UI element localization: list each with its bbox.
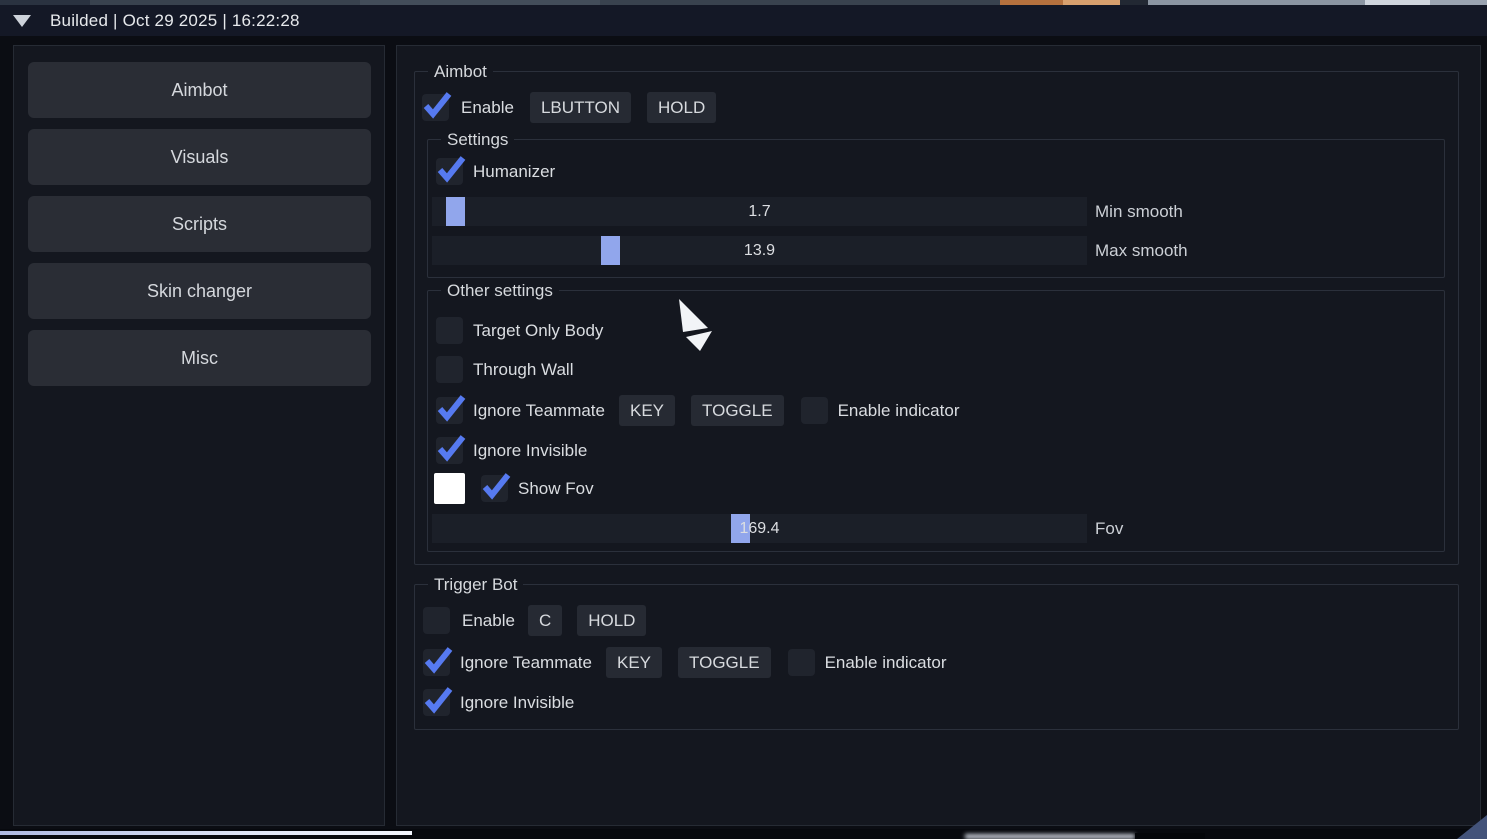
game-light-line (0, 831, 412, 835)
trigger-ignore-invisible-checkbox[interactable] (423, 689, 450, 716)
aimbot-ignore-teammate-key-button[interactable]: KEY (619, 395, 675, 426)
aimbot-ignore-invisible-checkbox[interactable] (436, 437, 463, 464)
trigger-enable-row: Enable C HOLD (423, 605, 1458, 636)
check-icon (435, 152, 467, 184)
trigger-enable-checkbox[interactable] (423, 607, 450, 634)
through-wall-row: Through Wall (436, 356, 1444, 383)
humanizer-checkbox[interactable] (436, 158, 463, 185)
trigger-ignore-invisible-row: Ignore Invisible (423, 689, 1458, 716)
min-smooth-slider[interactable]: 1.7 (432, 197, 1087, 226)
trigger-ignore-teammate-row: Ignore Teammate KEY TOGGLE Enable indica… (423, 647, 1458, 678)
game-blurred-text (965, 834, 1135, 839)
check-icon (435, 391, 467, 423)
max-smooth-value: 13.9 (432, 236, 1087, 265)
trigger-ignore-teammate-label: Ignore Teammate (460, 653, 592, 673)
sidebar-item-aimbot[interactable]: Aimbot (28, 62, 371, 118)
other-settings-group: Other settings Target Only Body Through … (427, 290, 1445, 552)
trigger-ignore-teammate-mode-button[interactable]: TOGGLE (678, 647, 771, 678)
fov-value: 169.4 (432, 514, 1087, 543)
sidebar-item-scripts[interactable]: Scripts (28, 196, 371, 252)
trigger-keybind-button[interactable]: C (528, 605, 562, 636)
window-title: Builded | Oct 29 2025 | 16:22:28 (50, 11, 300, 31)
check-icon (435, 431, 467, 463)
trigger-ignore-teammate-key-button[interactable]: KEY (606, 647, 662, 678)
check-icon (421, 88, 453, 120)
min-smooth-row: 1.7 Min smooth (432, 197, 1444, 226)
sidebar-item-misc[interactable]: Misc (28, 330, 371, 386)
aimbot-enable-indicator-checkbox[interactable] (801, 397, 828, 424)
target-only-body-label: Target Only Body (473, 321, 603, 341)
aimbot-ignore-teammate-mode-button[interactable]: TOGGLE (691, 395, 784, 426)
sidebar: Aimbot Visuals Scripts Skin changer Misc (13, 45, 385, 826)
target-only-body-checkbox[interactable] (436, 317, 463, 344)
trigger-ignore-invisible-label: Ignore Invisible (460, 693, 574, 713)
min-smooth-value: 1.7 (432, 197, 1087, 226)
aimbot-ignore-teammate-label: Ignore Teammate (473, 401, 605, 421)
sidebar-item-visuals[interactable]: Visuals (28, 129, 371, 185)
fov-row: 169.4 Fov (432, 514, 1444, 543)
aimbot-ignore-teammate-row: Ignore Teammate KEY TOGGLE Enable indica… (436, 395, 1444, 426)
collapse-triangle-icon[interactable] (13, 15, 31, 27)
settings-group-title: Settings (441, 130, 514, 149)
aimbot-enable-label: Enable (461, 98, 514, 118)
aimbot-ignore-invisible-row: Ignore Invisible (436, 437, 1444, 464)
fov-slider[interactable]: 169.4 (432, 514, 1087, 543)
min-smooth-label: Min smooth (1095, 202, 1183, 222)
aimbot-enable-checkbox[interactable] (422, 94, 449, 121)
fov-label: Fov (1095, 519, 1123, 539)
game-background-bottom (0, 829, 1487, 839)
through-wall-checkbox[interactable] (436, 356, 463, 383)
show-fov-row: Show Fov (434, 473, 1444, 504)
max-smooth-slider[interactable]: 13.9 (432, 236, 1087, 265)
main-panel: Aimbot Enable LBUTTON HOLD Settings Huma… (396, 45, 1481, 826)
titlebar: Builded | Oct 29 2025 | 16:22:28 (0, 5, 1487, 36)
aimbot-keybind-button[interactable]: LBUTTON (530, 92, 631, 123)
show-fov-checkbox[interactable] (481, 475, 508, 502)
check-icon (480, 469, 512, 501)
humanizer-label: Humanizer (473, 162, 555, 182)
check-icon (422, 683, 454, 715)
aimbot-ignore-teammate-checkbox[interactable] (436, 397, 463, 424)
trigger-enable-label: Enable (462, 611, 515, 631)
trigger-bot-group-title: Trigger Bot (428, 575, 523, 594)
other-settings-group-title: Other settings (441, 281, 559, 300)
target-only-body-row: Target Only Body (436, 317, 1444, 344)
aimbot-group-title: Aimbot (428, 62, 493, 81)
aimbot-keymode-button[interactable]: HOLD (647, 92, 716, 123)
sidebar-item-skin-changer[interactable]: Skin changer (28, 263, 371, 319)
game-dark-blob (1135, 833, 1205, 839)
show-fov-label: Show Fov (518, 479, 594, 499)
resize-grip-icon[interactable] (1455, 815, 1487, 839)
trigger-enable-indicator-label: Enable indicator (825, 653, 947, 673)
max-smooth-label: Max smooth (1095, 241, 1188, 261)
aimbot-enable-row: Enable LBUTTON HOLD (422, 92, 1458, 123)
trigger-enable-indicator-checkbox[interactable] (788, 649, 815, 676)
check-icon (422, 643, 454, 675)
aimbot-ignore-invisible-label: Ignore Invisible (473, 441, 587, 461)
through-wall-label: Through Wall (473, 360, 573, 380)
trigger-bot-group: Trigger Bot Enable C HOLD Ignore Teammat… (414, 584, 1459, 730)
trigger-keymode-button[interactable]: HOLD (577, 605, 646, 636)
max-smooth-row: 13.9 Max smooth (432, 236, 1444, 265)
trigger-ignore-teammate-checkbox[interactable] (423, 649, 450, 676)
settings-group: Settings Humanizer 1.7 Min smooth 13.9 (427, 139, 1445, 278)
aimbot-group: Aimbot Enable LBUTTON HOLD Settings Huma… (414, 71, 1459, 565)
humanizer-row: Humanizer (436, 158, 1444, 185)
fov-color-swatch[interactable] (434, 473, 465, 504)
aimbot-enable-indicator-label: Enable indicator (838, 401, 960, 421)
